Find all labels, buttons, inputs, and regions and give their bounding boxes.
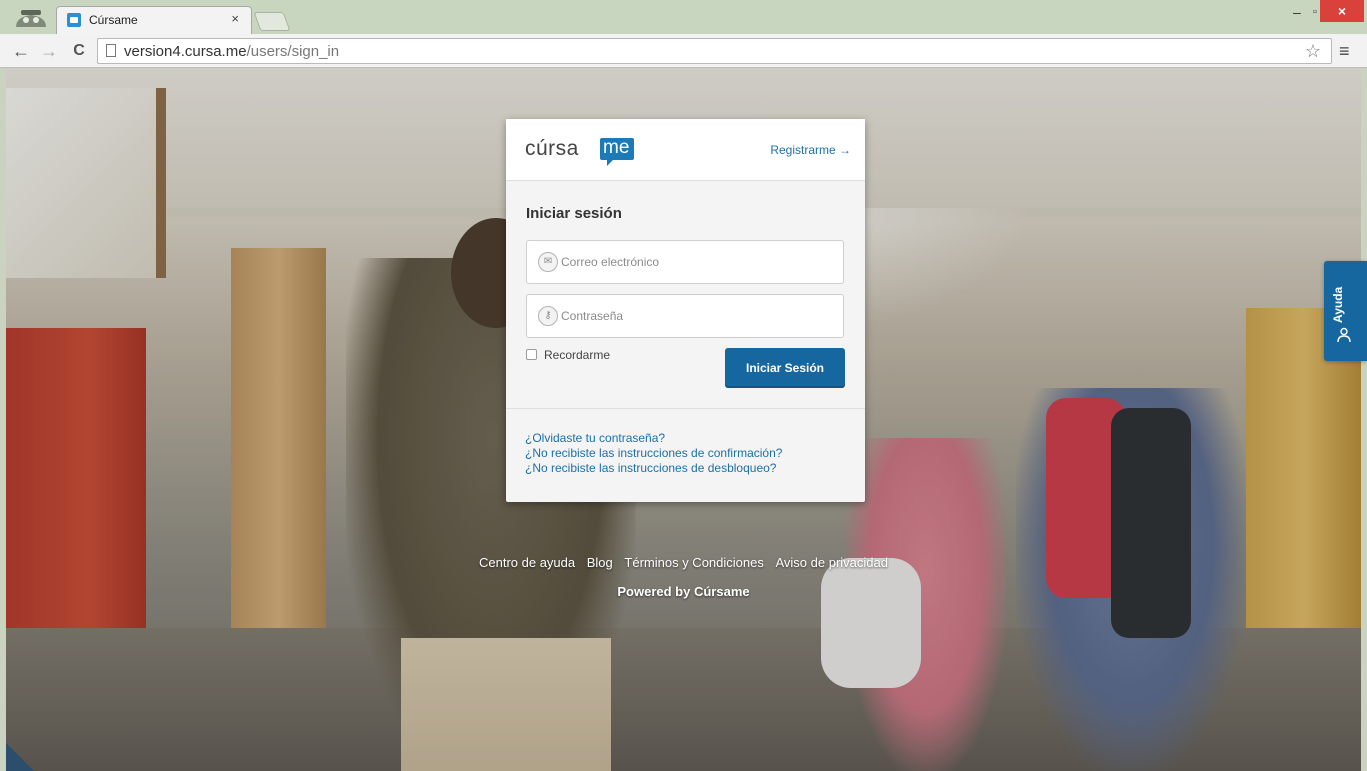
window-close-button[interactable]: ×: [1320, 0, 1364, 22]
new-tab-button[interactable]: [253, 12, 291, 31]
tab-close-icon[interactable]: ×: [231, 11, 239, 26]
footer-link-terms[interactable]: Términos y Condiciones: [624, 555, 763, 570]
address-bar[interactable]: version4.cursa.me/users/sign_in ☆: [97, 38, 1332, 64]
login-card: cúrsa me Registrarme → Iniciar sesión ✉ …: [506, 119, 865, 502]
logo-text: cúrsa: [525, 137, 579, 160]
email-field[interactable]: ✉: [526, 240, 844, 284]
powered-by: Powered by Cúrsame: [617, 584, 750, 599]
help-tab-label: Ayuda: [1331, 286, 1345, 323]
corner-mark: [6, 743, 34, 771]
url-text: version4.cursa.me/users/sign_in: [124, 43, 339, 60]
resend-unlock-link[interactable]: ¿No recibiste las instrucciones de desbl…: [525, 461, 782, 476]
url-path: /users/sign_in: [246, 43, 340, 60]
bookmark-star-icon[interactable]: ☆: [1305, 41, 1321, 62]
resend-confirmation-link[interactable]: ¿No recibiste las instrucciones de confi…: [525, 446, 782, 461]
forward-button[interactable]: →: [38, 40, 60, 62]
password-input[interactable]: [561, 295, 831, 337]
browser-tab[interactable]: Cúrsame ×: [56, 6, 252, 34]
logo-badge: me: [600, 137, 634, 166]
tab-title: Cúrsame: [89, 13, 138, 27]
remember-label: Recordarme: [544, 348, 611, 362]
forgot-password-link[interactable]: ¿Olvidaste tu contraseña?: [525, 431, 782, 446]
reload-button[interactable]: C: [68, 40, 90, 62]
help-links: ¿Olvidaste tu contraseña? ¿No recibiste …: [525, 431, 782, 476]
footer-link-privacy[interactable]: Aviso de privacidad: [775, 555, 888, 570]
help-tab[interactable]: Ayuda: [1324, 261, 1367, 361]
logo-badge-text: me: [603, 137, 630, 158]
remember-checkbox[interactable]: [526, 349, 537, 360]
browser-toolbar: ← → C version4.cursa.me/users/sign_in ☆ …: [0, 34, 1367, 68]
login-title: Iniciar sesión: [526, 205, 622, 222]
footer-link-help-center[interactable]: Centro de ayuda: [479, 555, 575, 570]
email-icon: ✉: [538, 252, 558, 272]
url-host: version4.cursa.me: [124, 43, 247, 60]
logo-badge-tail: [607, 160, 613, 166]
browser-titlebar: Cúrsame × – ▫ ×: [0, 0, 1367, 34]
browser-menu-button[interactable]: ≡: [1339, 41, 1350, 62]
incognito-icon: [16, 10, 46, 27]
cursame-favicon-icon: [67, 13, 81, 27]
card-header: cúrsa me Registrarme →: [506, 119, 865, 181]
key-icon: ⚷: [538, 306, 558, 326]
back-button[interactable]: ←: [10, 40, 32, 62]
login-button[interactable]: Iniciar Sesión: [725, 348, 845, 388]
person-icon: [1337, 327, 1351, 343]
footer-links: Centro de ayuda Blog Términos y Condicio…: [0, 555, 1367, 570]
email-input[interactable]: [561, 241, 831, 283]
card-divider: [506, 408, 865, 409]
page-icon: [106, 44, 116, 57]
footer-link-blog[interactable]: Blog: [587, 555, 613, 570]
register-link[interactable]: Registrarme →: [770, 143, 851, 157]
password-field[interactable]: ⚷: [526, 294, 844, 338]
